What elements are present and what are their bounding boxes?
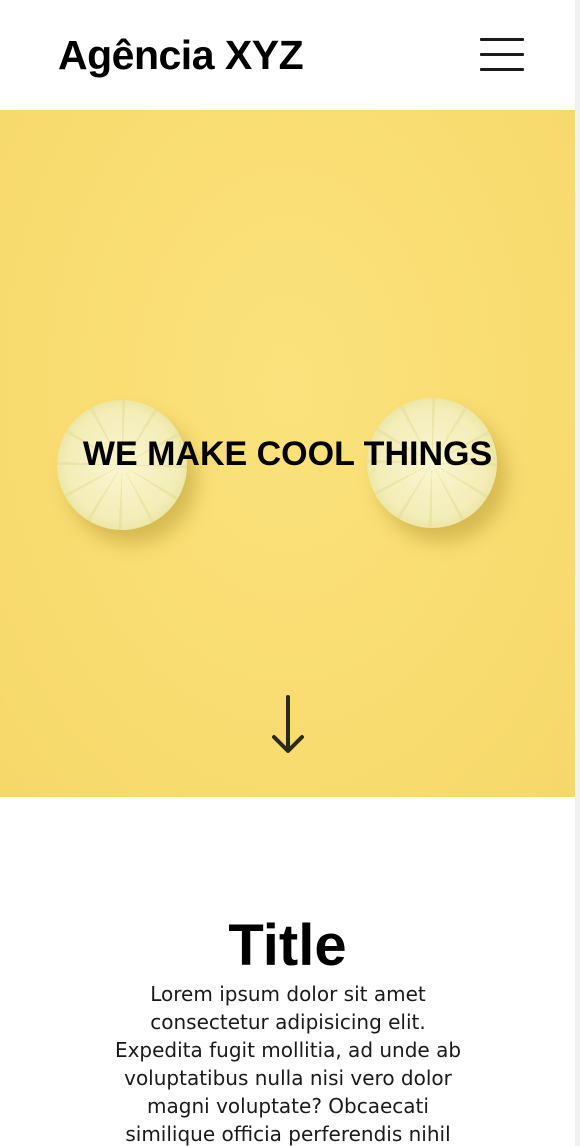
content-section: Title Lorem ipsum dolor sit amet consect… — [0, 797, 575, 1146]
brand-logo[interactable]: Agência XYZ — [58, 30, 304, 80]
section-paragraph: Lorem ipsum dolor sit amet consectetur a… — [114, 982, 462, 1146]
navbar: Agência XYZ — [0, 0, 575, 110]
section-title: Title — [228, 913, 347, 978]
arrow-down-icon[interactable] — [270, 695, 306, 757]
hero-title: WE MAKE COOL THINGS — [82, 435, 493, 473]
menu-line — [480, 38, 524, 41]
menu-line — [480, 53, 524, 56]
page-scrollbar[interactable] — [575, 0, 580, 1146]
hero-section: WE MAKE COOL THINGS — [0, 110, 575, 797]
hamburger-menu-icon[interactable] — [478, 35, 526, 75]
menu-line — [480, 68, 524, 71]
